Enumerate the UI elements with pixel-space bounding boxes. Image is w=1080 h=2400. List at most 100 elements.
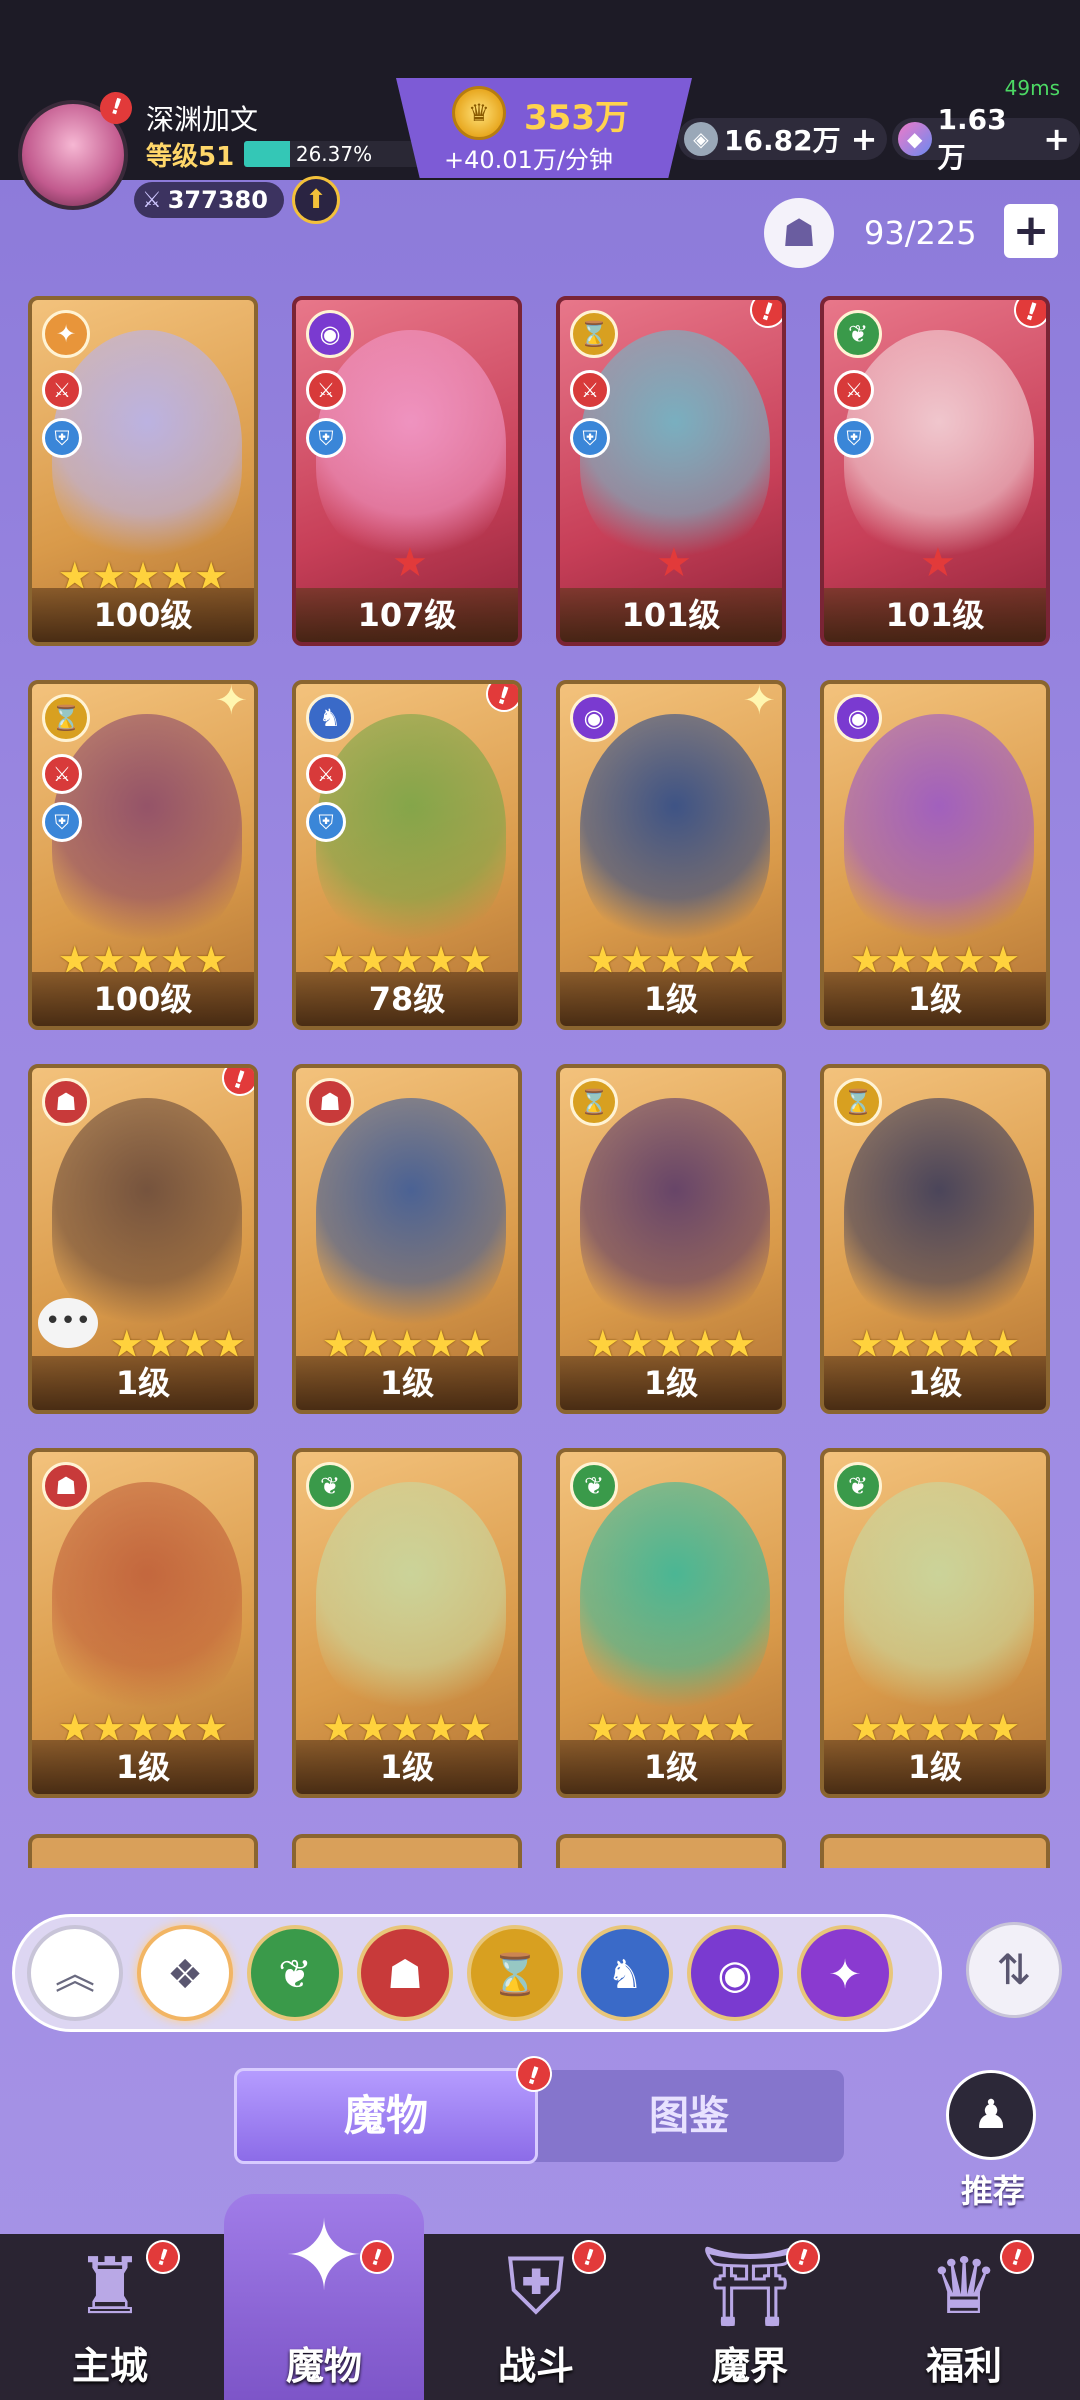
nav-item-flame[interactable]: ✦! 魔物 (224, 2194, 424, 2400)
monster-card[interactable]: ⌛ ★ ★ ★ ★ ★ 1级 (820, 1064, 1050, 1414)
monster-portrait (316, 1482, 506, 1712)
filter-time-button[interactable]: ⌛ (467, 1925, 563, 2021)
monster-level: 1级 (824, 972, 1046, 1026)
filter-demon-button[interactable]: ☗ (357, 1925, 453, 2021)
nav-label: 魔界 (711, 2344, 788, 2388)
nav-label: 战斗 (497, 2344, 574, 2388)
faction-badge-icon: ❦ (306, 1462, 354, 1510)
faction-badge-icon: ⌛ (834, 1078, 882, 1126)
nav-label: 魔物 (285, 2344, 362, 2388)
monster-portrait (580, 1098, 770, 1328)
attack-role-icon: ⚔ (42, 370, 82, 410)
card-alert-icon: ! (481, 684, 518, 717)
monster-card[interactable]: ☗ ★ ★ ★ ★ ★ 1级 (292, 1064, 522, 1414)
monster-capacity-text: 93/225 (864, 214, 977, 252)
filter-dragon-button[interactable]: ♞ (577, 1925, 673, 2021)
monster-card[interactable]: ⌛ ★ ★ ★ ★ ★ 1级 (556, 1064, 786, 1414)
capacity-add-button[interactable]: + (1004, 204, 1058, 258)
monster-card[interactable]: ❦ ★ ★ ★ ★ ★ 1级 (556, 1448, 786, 1798)
card-alert-icon: ! (217, 1068, 254, 1101)
gold-rate: +40.01万/分钟 (444, 146, 613, 174)
monster-card[interactable]: ◉ ★ ★ ★ ★ ★ 1级 (820, 680, 1050, 1030)
monster-level: 107级 (296, 588, 518, 642)
nav-item-chest[interactable]: ♛! 福利 (864, 2234, 1064, 2400)
tab-monsters[interactable]: 魔物 (234, 2068, 538, 2164)
card-alert-icon: ! (745, 300, 782, 333)
attack-role-icon: ⚔ (306, 754, 346, 794)
faction-badge-icon: ❦ (570, 1462, 618, 1510)
faction-badge-icon: ❦ (834, 1462, 882, 1510)
monster-level: 1级 (32, 1740, 254, 1794)
monster-portrait (844, 1098, 1034, 1328)
monster-level: 101级 (824, 588, 1046, 642)
recommend-button[interactable]: ♟ (946, 2070, 1036, 2160)
monster-portrait (316, 1098, 506, 1328)
monster-level: 1级 (824, 1740, 1046, 1794)
player-level: 等级51 (146, 142, 235, 172)
red-star-icon: ★ (920, 540, 956, 586)
crystal-add-icon[interactable]: + (851, 120, 878, 158)
filter-all-button[interactable]: ❖ (137, 1925, 233, 2021)
filter-chaos-button[interactable]: ✦ (797, 1925, 893, 2021)
monster-level: 100级 (32, 972, 254, 1026)
sword-icon: ⚔ (142, 187, 162, 213)
monster-card-partial[interactable] (28, 1834, 258, 1868)
gold-amount: 353万 (524, 98, 629, 138)
monster-card[interactable]: ❦ ★ ★ ★ ★ ★ 1级 (820, 1448, 1050, 1798)
monster-level: 1级 (296, 1356, 518, 1410)
attack-role-icon: ⚔ (306, 370, 346, 410)
monster-level: 1级 (560, 1356, 782, 1410)
nav-item-castle[interactable]: ♜! 主城 (10, 2234, 210, 2400)
faction-badge-icon: ⌛ (570, 1078, 618, 1126)
recommend-label: 推荐 (960, 2172, 1025, 2210)
nav-item-shield[interactable]: ⛨! 战斗 (436, 2234, 636, 2400)
nav-item-portal[interactable]: ⛩! 魔界 (650, 2234, 850, 2400)
nav-alert-icon: ! (141, 2235, 185, 2279)
monster-card[interactable]: ❦ ★ ★ ★ ★ ★ 1级 (292, 1448, 522, 1798)
castle-icon: ♜ (75, 2242, 145, 2332)
chest-icon: ♛ (929, 2242, 999, 2332)
portal-icon: ⛩ (700, 2242, 800, 2332)
faction-badge-icon: ◉ (834, 694, 882, 742)
monster-card-partial[interactable] (292, 1834, 522, 1868)
xp-percent-text: 26.37% (295, 142, 373, 166)
monster-level: 1级 (560, 1740, 782, 1794)
collapse-filter-button[interactable]: ︽ (27, 1925, 123, 2021)
monster-card[interactable]: ⌛ ⚔ ⛨ ✦ ★ ★ ★ ★ ★ 100级 (28, 680, 258, 1030)
attack-role-icon: ⚔ (834, 370, 874, 410)
monster-card[interactable]: ⌛ ⚔ ⛨! ★ 101级 (556, 296, 786, 646)
red-star-icon: ★ (656, 540, 692, 586)
view-tabs: 图鉴 魔物 ! (234, 2051, 844, 2164)
monster-portrait (844, 714, 1034, 944)
monster-card[interactable]: ♞ ⚔ ⛨! ★ ★ ★ ★ ★ 78级 (292, 680, 522, 1030)
tab-codex[interactable]: 图鉴 (534, 2070, 844, 2162)
filter-eye-button[interactable]: ◉ (687, 1925, 783, 2021)
monster-level: 1级 (296, 1740, 518, 1794)
filter-nature-button[interactable]: ❦ (247, 1925, 343, 2021)
defense-role-icon: ⛨ (42, 802, 82, 842)
crystal-pill[interactable]: ◈ 16.82万 + (678, 118, 888, 160)
monster-card[interactable]: ❦ ⚔ ⛨! ★ 101级 (820, 296, 1050, 646)
monster-card[interactable]: ◉ ⚔ ⛨ ★ 107级 (292, 296, 522, 646)
faction-badge-icon: ◉ (570, 694, 618, 742)
sort-button[interactable]: ⇅ (966, 1922, 1062, 2018)
faction-badge-icon: ☗ (306, 1078, 354, 1126)
crystal-icon: ◈ (684, 122, 718, 156)
monster-level: 1级 (560, 972, 782, 1026)
monster-card[interactable]: ◉ ✦ ★ ★ ★ ★ ★ 1级 (556, 680, 786, 1030)
gem-pill[interactable]: ◆ 1.63万 + (892, 103, 1080, 174)
monster-card-partial[interactable] (820, 1834, 1050, 1868)
monster-card[interactable]: ☗! ••• ★ ★ ★ ★ 1级 (28, 1064, 258, 1414)
monster-level: 1级 (32, 1356, 254, 1410)
monster-level: 100级 (32, 588, 254, 642)
ping-indicator: 49ms (1004, 76, 1060, 100)
defense-role-icon: ⛨ (306, 802, 346, 842)
nav-label: 福利 (925, 2344, 1002, 2388)
top-status-bar: 49ms ! 深渊加文 等级51 26.37% ♛ 353万 +40.01万/分… (0, 0, 1080, 210)
monster-capacity-icon: ☗ (764, 198, 834, 268)
monster-card-partial[interactable] (556, 1834, 786, 1868)
monster-card[interactable]: ✦ ⚔ ⛨ ★ ★ ★ ★ ★ 100级 (28, 296, 258, 646)
gem-add-icon[interactable]: + (1043, 120, 1070, 158)
monster-card[interactable]: ☗ ★ ★ ★ ★ ★ 1级 (28, 1448, 258, 1798)
power-upgrade-button[interactable]: ⬆ (292, 176, 340, 224)
